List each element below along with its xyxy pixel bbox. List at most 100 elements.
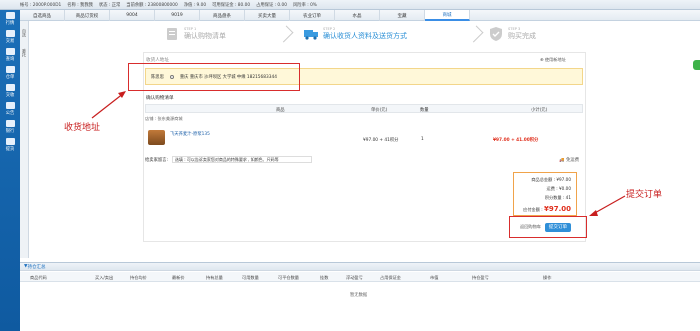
product-thumbnail [148,130,165,145]
col-action: 操作 [543,275,552,280]
col-hold: 持有总量 [206,275,223,280]
account-balance: 当前余额 : 23800800000 [126,2,178,8]
tab-crystal[interactable]: 水晶 [335,10,380,21]
step-separator [466,25,484,43]
empty-state: 暂无数据 [350,293,368,298]
warehouse-icon [5,66,15,73]
side-handle[interactable] [693,60,700,70]
address-arrow [91,92,125,119]
col-closable: 可平仓数量 [278,275,299,280]
shield-check-icon [490,27,502,41]
delivery-icon [5,84,15,91]
strip-orders[interactable]: 委托 [21,49,27,57]
left-mini-strip: 自选 委托 [20,21,29,258]
col-qty: 数量 [420,108,429,113]
step-2: STEP 2 确认收货人资料及送货方式 [303,24,407,44]
step-1: STEP 1 确认购物清单 [164,24,226,44]
address-annotation: 收货地址 [64,123,101,133]
sidebar-item-query[interactable]: 查询 [0,46,20,64]
col-margin: 占用保证金 [380,275,401,280]
col-avg-price: 持仓均价 [130,275,147,280]
risk-rate: 风险率 : 0% [293,2,317,8]
tab-treasure[interactable]: 宝藏 [380,10,425,21]
col-price: 单价(元) [371,108,388,113]
submit-annotation: 提交订单 [626,190,663,200]
col-last: 最新价 [172,275,185,280]
submit-arrow [592,195,626,215]
message-label: 给卖家留言: [145,157,168,163]
sidebar-item-pickup[interactable]: 提货 [0,136,20,154]
net-value: 净值 : 9.00 [183,2,207,8]
pickup-icon [5,138,15,145]
account-state: 状态 : 正常 [98,2,121,8]
sidebar-item-trade[interactable]: 交易 [0,28,20,46]
col-subtotal: 小计(元) [531,108,548,113]
tab-farm-orders[interactable]: 农业订单 [290,10,335,21]
col-float-pl: 浮动盈亏 [346,275,363,280]
goods-total: 商品总金额 : ¥97.00 [531,177,571,182]
message-input[interactable]: 选填 : 可以告诉卖家您对商品的特殊要求 , 如颜色、尺码等 [171,156,312,163]
address-highlight-box [128,63,300,91]
col-pending: 挂数 [320,275,329,280]
product-subtotal: ¥97.00 + 41.00积分 [493,138,539,143]
col-side: 买入/卖出 [95,275,114,280]
checkout-steps: STEP 1 确认购物清单 STEP 2 确认收货人资料及送货方式 STEP 3 购买… [140,24,560,46]
tab-steel[interactable]: 商品盘条 [200,10,245,21]
available-margin: 可用保证金 : 80.00 [212,2,251,8]
product-qty: 1 [421,137,424,142]
product-tabs: 自选商品 商品订货权 9004 9019 商品盘条 买卖大量 农业订单 水晶 宝… [20,10,700,21]
account-status-bar: 帐号 : 2000P.000D1 名称 : 我我我 状态 : 正常 当前余额 :… [0,0,700,10]
product-name[interactable]: 飞天荞麦汁-原浆135 [170,131,210,137]
confirm-list-header: 确认购物清单 [146,96,174,101]
tab-9019[interactable]: 9019 [155,10,200,21]
freight: 运费 : ¥0.00 [546,186,571,191]
free-shipping: 🚚 免运费 [559,157,579,163]
sidebar-item-warehouse[interactable]: 仓单 [0,64,20,82]
clipboard-icon [167,28,177,40]
sidebar-item-notice[interactable]: 公告 [0,100,20,118]
tab-9004[interactable]: 9004 [110,10,155,21]
submit-highlight-box [509,216,587,238]
col-value: 市值 [430,275,439,280]
bank-icon [5,120,15,127]
megaphone-icon [5,102,15,109]
step-separator [276,25,294,43]
used-margin: 占用保证 : 0.00 [256,2,287,8]
chart-icon [5,12,15,19]
step-3-label: 购买完成 [508,32,536,40]
position-table-header: 商品代码 买入/卖出 持仓均价 最新价 持有总量 可用数量 可平仓数量 挂数 浮… [20,272,700,282]
sidebar-item-market[interactable]: 行情 [0,10,20,28]
tab-bulk[interactable]: 买卖大量 [245,10,290,21]
seller-message-row: 给卖家留言: 选填 : 可以告诉卖家您对商品的特殊要求 , 如颜色、尺码等 🚚 … [145,155,583,164]
step-2-label: 确认收货人资料及送货方式 [323,32,407,40]
cart-table-header: 商品 单价(元) 数量 小计(元) [145,104,583,113]
position-summary-header: ▼ 持仓汇总 [20,262,700,271]
col-code: 商品代码 [30,275,47,280]
sidebar-item-bank[interactable]: 银行 [0,118,20,136]
tab-order-rights[interactable]: 商品订货权 [65,10,110,21]
account-id: 帐号 : 2000P.000D1 [20,2,62,8]
tab-favorites[interactable]: 自选商品 [20,10,65,21]
strip-favorites[interactable]: 自选 [21,29,27,37]
col-available: 可用数量 [242,275,259,280]
search-icon [5,48,15,55]
col-product: 商品 [276,108,285,113]
product-price: ¥97.00 + 41积分 [363,138,399,143]
tab-mall[interactable]: 商城 [425,10,470,21]
sidebar-item-delivery[interactable]: 交收 [0,82,20,100]
truck-icon [304,30,318,40]
shop-name: 店铺 : 张东美源商城 [145,116,183,121]
submit-arrow-head [589,210,598,216]
account-name: 名称 : 我我我 [67,2,93,8]
use-new-address-link[interactable]: ⊕ 使用新地址 [540,57,566,63]
address-arrow-head [118,91,126,98]
points: 积分数量 : 41 [544,195,571,200]
col-position-pl: 持仓盈亏 [472,275,489,280]
step-3: STEP 3 购买完成 [488,24,536,44]
cart-item-row: 飞天荞麦汁-原浆135 ¥97.00 + 41积分 1 ¥97.00 + 41.… [145,127,583,149]
main-sidebar: 行情 交易 查询 仓单 交收 公告 银行 提货 [0,10,20,331]
order-summary: 商品总金额 : ¥97.00 运费 : ¥0.00 积分数量 : 41 应付金额… [513,172,577,216]
pay-amount: 应付金额 : ¥97.00 [523,205,571,213]
step-1-label: 确认购物清单 [184,32,226,40]
trade-icon [5,30,15,37]
